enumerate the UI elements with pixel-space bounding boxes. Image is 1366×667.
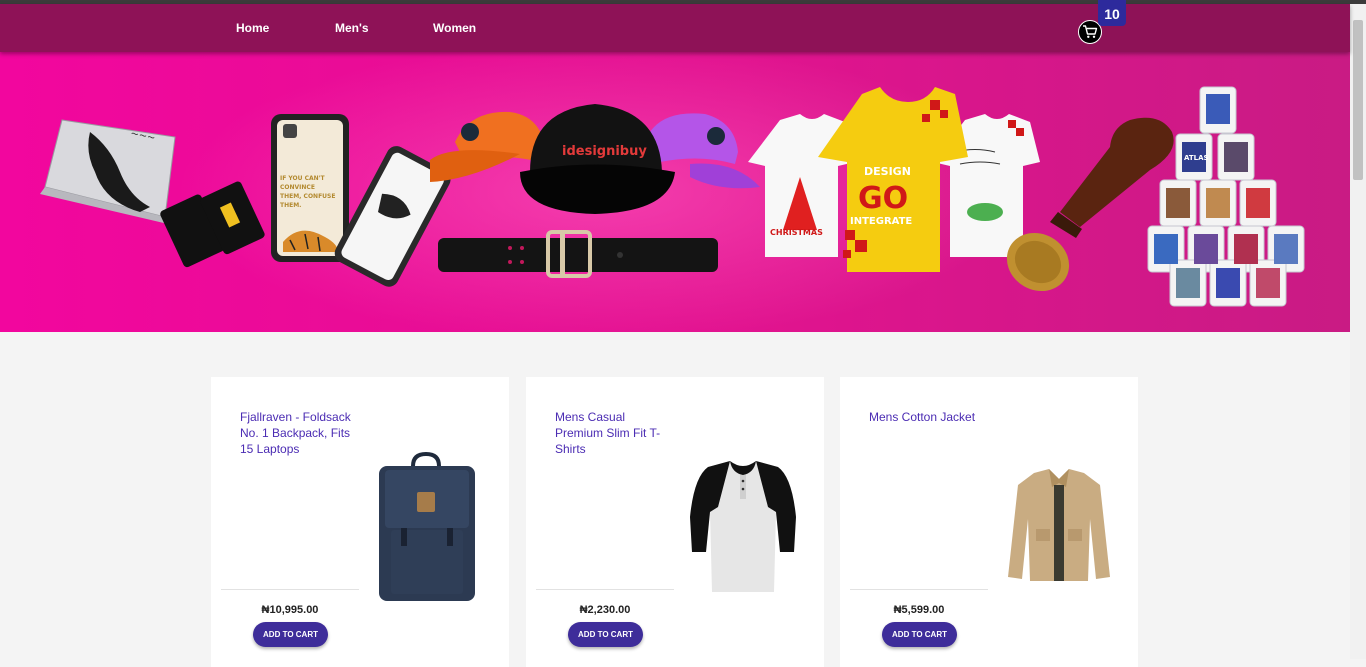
svg-text:THEM, CONFUSE: THEM, CONFUSE	[280, 193, 335, 200]
hero-banner: ~~~ IF YOU CAN'T CONVINCE THEM, CONFUSE …	[0, 52, 1350, 332]
nav-mens-link[interactable]: Men's	[335, 21, 369, 35]
add-to-cart-button[interactable]: ADD TO CART	[882, 622, 957, 647]
page-scrollbar[interactable]	[1350, 4, 1366, 659]
tshirt-image	[690, 461, 796, 592]
top-navbar: Home Men's Women	[0, 4, 1350, 52]
cart-icon	[1083, 25, 1098, 38]
belt-illustration	[438, 230, 718, 278]
add-to-cart-button[interactable]: ADD TO CART	[568, 622, 643, 647]
product-title[interactable]: Mens Cotton Jacket	[869, 409, 984, 425]
product-price: ₦10,995.00	[261, 604, 319, 616]
add-to-cart-button[interactable]: ADD TO CART	[253, 622, 328, 647]
product-price: ₦2,230.00	[579, 604, 631, 616]
scrollbar-thumb[interactable]	[1353, 20, 1363, 180]
card-divider	[850, 589, 988, 590]
card-divider	[221, 589, 359, 590]
cap-brand-text: idesignibuy	[562, 144, 647, 159]
product-price: ₦5,599.00	[893, 604, 945, 616]
svg-text:INTEGRATE: INTEGRATE	[850, 216, 912, 227]
svg-text:DESIGN: DESIGN	[864, 165, 911, 178]
product-title[interactable]: Fjallraven - Foldsack No. 1 Backpack, Fi…	[240, 409, 355, 457]
nav-women-link[interactable]: Women	[433, 21, 476, 35]
svg-text:IF YOU CAN'T: IF YOU CAN'T	[280, 175, 326, 182]
svg-text:CONVINCE: CONVINCE	[280, 184, 315, 191]
svg-text:CHRISTMAS: CHRISTMAS	[770, 228, 823, 237]
product-card: Fjallraven - Foldsack No. 1 Backpack, Fi…	[211, 377, 509, 667]
svg-text:ATLAS: ATLAS	[1184, 154, 1209, 162]
mugs-illustration: ATLAS	[1147, 86, 1305, 307]
jacket-image	[1008, 469, 1110, 581]
svg-text:GO: GO	[858, 181, 908, 216]
cart-count-badge: 10	[1098, 0, 1126, 26]
phone-case-illustration: IF YOU CAN'T CONVINCE THEM, CONFUSE THEM…	[271, 114, 349, 262]
hero-products-illustration: ~~~ IF YOU CAN'T CONVINCE THEM, CONFUSE …	[40, 52, 1305, 332]
card-divider	[536, 589, 674, 590]
product-card: Mens Casual Premium Slim Fit T-Shirts ₦2…	[526, 377, 824, 667]
svg-text:THEM.: THEM.	[280, 202, 301, 209]
product-card: Mens Cotton Jacket ₦5,599.00 ADD TO CART	[840, 377, 1138, 667]
backpack-image	[379, 452, 475, 601]
product-title[interactable]: Mens Casual Premium Slim Fit T-Shirts	[555, 409, 670, 457]
laptop-illustration: ~~~	[40, 119, 176, 224]
nav-home-link[interactable]: Home	[236, 21, 269, 35]
